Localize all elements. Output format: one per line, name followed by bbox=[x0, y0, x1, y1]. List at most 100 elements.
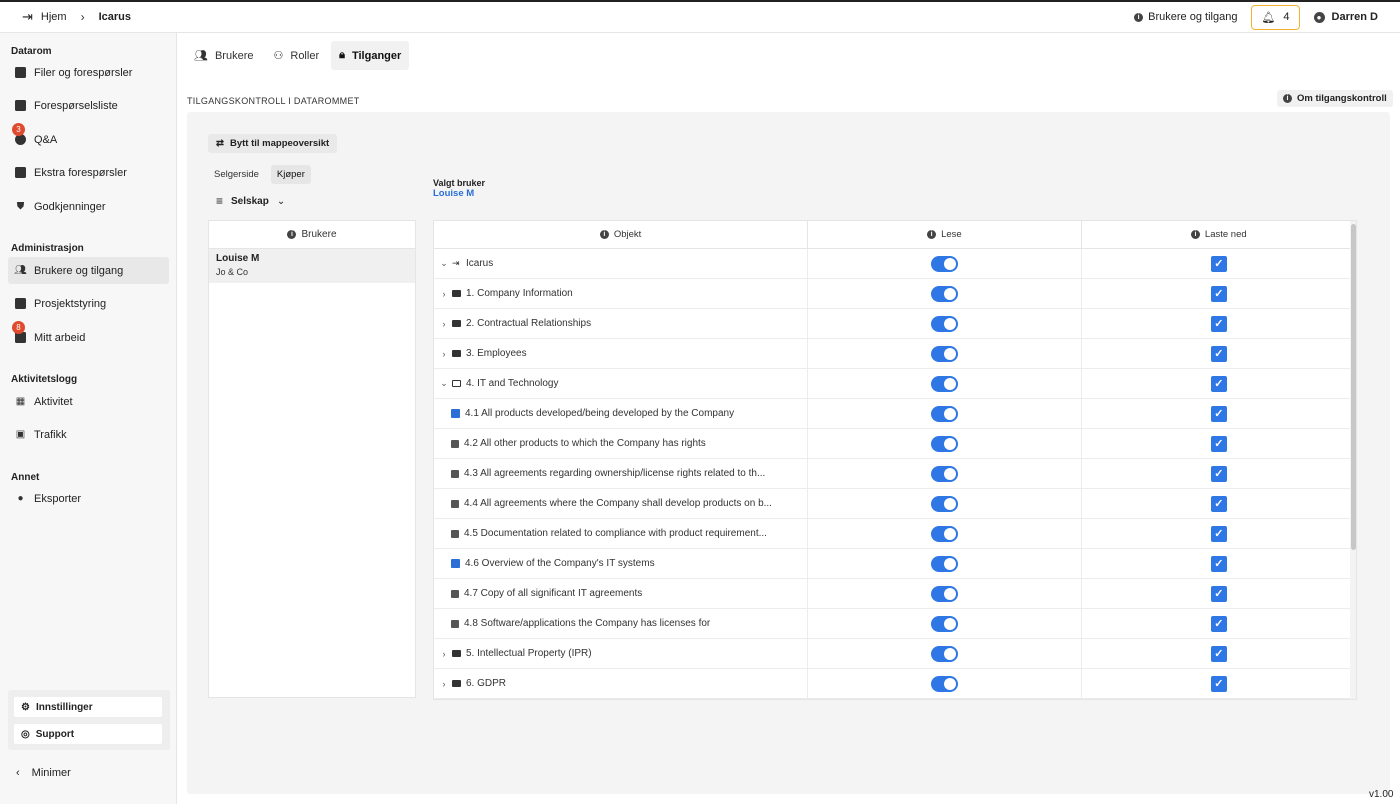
mywork-badge: 8 bbox=[12, 321, 25, 334]
download-checkbox[interactable]: ✓ bbox=[1210, 555, 1227, 572]
table-row[interactable]: › 5. Intellectual Property (IPR) ✓ bbox=[434, 639, 1356, 669]
table-row[interactable]: › 3. Employees ✓ bbox=[434, 339, 1356, 369]
sheet-icon bbox=[451, 589, 459, 598]
table-row[interactable]: ⌄ ⇥ Icarus ✓ bbox=[434, 249, 1356, 279]
table-row[interactable]: › 6. GDPR ✓ bbox=[434, 669, 1356, 699]
table-scrollbar[interactable] bbox=[1350, 221, 1356, 699]
chevron-right-icon[interactable]: › bbox=[438, 679, 450, 689]
table-row[interactable]: 4.7 Copy of all significant IT agreement… bbox=[434, 579, 1356, 609]
download-checkbox[interactable]: ✓ bbox=[1210, 465, 1227, 482]
sidebar-item-approvals[interactable]: ⛊ Godkjenninger bbox=[8, 193, 169, 220]
sidebar-item-mywork[interactable]: 8 Mitt arbeid bbox=[8, 321, 169, 351]
chevron-right-icon[interactable]: › bbox=[438, 319, 450, 329]
about-access-control-button[interactable]: i Om tilgangskontroll bbox=[1277, 90, 1393, 107]
sidebar-item-extra[interactable]: Ekstra forespørsler bbox=[8, 159, 169, 186]
read-toggle[interactable] bbox=[930, 495, 958, 512]
read-toggle[interactable] bbox=[930, 405, 958, 422]
minimize-button[interactable]: ‹ Minimer bbox=[16, 767, 71, 779]
download-checkbox[interactable]: ✓ bbox=[1210, 315, 1227, 332]
chevron-right-icon[interactable]: › bbox=[438, 349, 450, 359]
info-icon: i bbox=[599, 230, 609, 239]
settings-button[interactable]: ⚙ Innstillinger bbox=[14, 697, 162, 717]
chevron-right-icon[interactable]: › bbox=[438, 289, 450, 299]
support-button[interactable]: ◎ Support bbox=[14, 724, 162, 744]
download-checkbox[interactable]: ✓ bbox=[1210, 525, 1227, 542]
login-icon[interactable]: ⇥ bbox=[22, 9, 33, 25]
folder-icon bbox=[452, 680, 461, 687]
download-checkbox[interactable]: ✓ bbox=[1210, 255, 1227, 272]
tab-seller[interactable]: Selgerside bbox=[208, 165, 265, 184]
read-toggle[interactable] bbox=[930, 525, 958, 542]
breadcrumb-project[interactable]: Icarus bbox=[99, 11, 131, 23]
sidebar-item-export[interactable]: ● Eksporter bbox=[8, 485, 169, 512]
user-menu[interactable]: ● Darren D bbox=[1313, 11, 1378, 23]
chevron-right-icon[interactable]: › bbox=[438, 649, 450, 659]
download-checkbox[interactable]: ✓ bbox=[1210, 585, 1227, 602]
user-row[interactable]: Louise M Jo & Co bbox=[209, 249, 415, 283]
table-row[interactable]: 4.1 All products developed/being develop… bbox=[434, 399, 1356, 429]
table-row[interactable]: 4.3 All agreements regarding ownership/l… bbox=[434, 459, 1356, 489]
table-row[interactable]: ⌄ 4. IT and Technology ✓ bbox=[434, 369, 1356, 399]
read-toggle[interactable] bbox=[930, 615, 958, 632]
object-column-header: i Objekt bbox=[434, 221, 809, 248]
notifications-button[interactable]: 🔔︎ 4 bbox=[1251, 4, 1300, 30]
table-row[interactable]: 4.5 Documentation related to compliance … bbox=[434, 519, 1356, 549]
header-label: Laste ned bbox=[1204, 229, 1247, 240]
chevron-down-icon[interactable]: ⌄ bbox=[438, 258, 450, 269]
read-toggle[interactable] bbox=[930, 255, 958, 272]
scrollbar-thumb[interactable] bbox=[1351, 224, 1356, 550]
read-column-header: i Lese bbox=[808, 221, 1082, 248]
read-toggle[interactable] bbox=[930, 645, 958, 662]
breadcrumb-home[interactable]: Hjem bbox=[41, 11, 67, 23]
switch-to-folder-view-button[interactable]: ⇄ Bytt til mappeoversikt bbox=[208, 134, 338, 153]
read-toggle[interactable] bbox=[930, 585, 958, 602]
download-checkbox[interactable]: ✓ bbox=[1210, 495, 1227, 512]
download-checkbox[interactable]: ✓ bbox=[1210, 675, 1227, 692]
chevron-down-icon[interactable]: ⌄ bbox=[438, 378, 450, 389]
shield-icon: ⛊ bbox=[16, 201, 25, 212]
read-toggle[interactable] bbox=[930, 435, 958, 452]
user-name: Darren D bbox=[1331, 11, 1378, 23]
download-checkbox[interactable]: ✓ bbox=[1210, 615, 1227, 632]
read-toggle[interactable] bbox=[930, 315, 958, 332]
download-checkbox[interactable]: ✓ bbox=[1210, 645, 1227, 662]
table-row[interactable]: 4.8 Software/applications the Company ha… bbox=[434, 609, 1356, 639]
chevron-right-icon: › bbox=[80, 10, 85, 24]
read-toggle[interactable] bbox=[930, 375, 958, 392]
sidebar-item-files[interactable]: Filer og forespørsler bbox=[8, 59, 169, 86]
download-checkbox[interactable]: ✓ bbox=[1210, 375, 1227, 392]
sheet-icon bbox=[451, 619, 459, 628]
top-bar: ⇥ Hjem › Icarus i Brukere og tilgang 🔔︎ … bbox=[0, 0, 1400, 33]
tab-access[interactable]: 🔒︎ Tilganger bbox=[331, 41, 410, 70]
read-toggle[interactable] bbox=[930, 675, 958, 692]
header-label: Objekt bbox=[613, 229, 642, 240]
read-toggle[interactable] bbox=[930, 285, 958, 302]
table-row[interactable]: 4.6 Overview of the Company's IT systems… bbox=[434, 549, 1356, 579]
table-row[interactable]: 4.4 All agreements where the Company sha… bbox=[434, 489, 1356, 519]
login-icon: ⇥ bbox=[452, 258, 460, 268]
tab-users[interactable]: 👥︎ Brukere bbox=[186, 41, 262, 70]
tab-roles[interactable]: ⚇ Roller bbox=[266, 41, 328, 70]
table-row[interactable]: › 2. Contractual Relationships ✓ bbox=[434, 309, 1356, 339]
sidebar-item-project[interactable]: Prosjektstyring bbox=[8, 290, 169, 317]
company-filter[interactable]: ≡ Selskap ⌄ bbox=[216, 194, 285, 208]
table-row[interactable]: 4.2 All other products to which the Comp… bbox=[434, 429, 1356, 459]
sidebar-item-label: Trafikk bbox=[34, 428, 67, 441]
sidebar-item-qa[interactable]: 3 Q&A bbox=[8, 123, 169, 153]
sidebar-item-requests[interactable]: Forespørselsliste bbox=[8, 92, 169, 119]
read-toggle[interactable] bbox=[930, 465, 958, 482]
read-toggle[interactable] bbox=[930, 345, 958, 362]
sidebar-item-traffic[interactable]: ▣ Trafikk bbox=[8, 421, 169, 448]
sidebar-item-users[interactable]: 👥︎ Brukere og tilgang bbox=[8, 257, 169, 284]
read-toggle[interactable] bbox=[930, 555, 958, 572]
table-row[interactable]: › 1. Company Information ✓ bbox=[434, 279, 1356, 309]
download-checkbox[interactable]: ✓ bbox=[1210, 435, 1227, 452]
qa-badge: 3 bbox=[12, 123, 25, 136]
download-checkbox[interactable]: ✓ bbox=[1210, 285, 1227, 302]
download-checkbox[interactable]: ✓ bbox=[1210, 345, 1227, 362]
user-avatar-icon: ● bbox=[1313, 11, 1325, 23]
users-access-link[interactable]: i Brukere og tilgang bbox=[1134, 11, 1237, 23]
tab-buyer[interactable]: Kjøper bbox=[270, 165, 311, 184]
download-checkbox[interactable]: ✓ bbox=[1210, 405, 1227, 422]
sidebar-item-activity[interactable]: ▦ Aktivitet bbox=[8, 388, 169, 415]
